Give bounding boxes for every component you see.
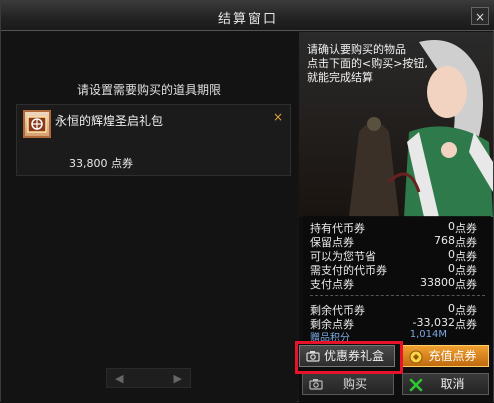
window-title: 结算窗口 — [217, 12, 278, 27]
remaining-value: 0 — [448, 302, 455, 315]
close-button[interactable]: × — [471, 7, 489, 25]
remaining-unit: 点券 — [455, 318, 477, 331]
summary-value: 0 — [448, 248, 455, 261]
npc-message-line: 点击下面的<购买>按钮, — [307, 57, 428, 70]
charge-points-button[interactable]: 充值点券 — [402, 345, 489, 367]
npc-message: 请确认要购买的物品 点击下面的<购买>按钮, 就能完成结算 — [307, 43, 428, 85]
summary-value: 33800 — [420, 276, 455, 289]
buy-label: 购买 — [342, 377, 367, 391]
summary-value: 768 — [434, 234, 455, 247]
buy-button[interactable]: 购买 — [302, 373, 394, 395]
bonus-value: 1,014M — [409, 329, 447, 340]
summary-unit: 点券 — [455, 278, 477, 291]
prev-page-button[interactable]: ◀ — [115, 372, 123, 385]
coin-icon — [409, 350, 423, 364]
charge-points-label: 充值点券 — [428, 349, 477, 363]
left-pane: 请设置需要购买的道具期限 永恒的辉煌圣启礼包 × 33,800 点券 — [1, 31, 297, 403]
title-bar[interactable]: 结算窗口 × — [1, 1, 494, 31]
cart-item[interactable]: 永恒的辉煌圣启礼包 × 33,800 点券 — [16, 104, 291, 176]
payment-summary: 持有代币券 0 点券 保留点券 768 点券 可以为您节省 0 点券 需支付的代… — [303, 216, 491, 344]
cancel-label: 取消 — [440, 377, 465, 391]
remove-item-button[interactable]: × — [273, 110, 283, 124]
cancel-x-icon — [409, 378, 423, 392]
npc-message-line: 请确认要购买的物品 — [307, 43, 406, 56]
item-name: 永恒的辉煌圣启礼包 — [55, 114, 164, 128]
checkout-window: 结算窗口 × 请设置需要购买的道具期限 永恒的辉煌圣启礼包 × 33,800 点… — [0, 0, 494, 403]
pager: ◀ ▶ — [106, 368, 191, 388]
instruction-text: 请设置需要购买的道具期限 — [76, 83, 221, 97]
camera-icon — [309, 379, 323, 390]
summary-value: 0 — [448, 262, 455, 275]
highlight-box — [295, 341, 403, 374]
summary-value: 0 — [448, 220, 455, 233]
gift-pack-icon — [23, 110, 51, 138]
summary-label: 支付点券 — [310, 278, 354, 291]
next-page-button[interactable]: ▶ — [174, 372, 182, 385]
remaining-value: -33,032 — [412, 316, 455, 329]
summary-divider — [310, 295, 485, 296]
cancel-button[interactable]: 取消 — [402, 373, 489, 395]
npc-message-line: 就能完成结算 — [307, 71, 373, 84]
item-price: 33,800 点券 — [69, 157, 133, 170]
